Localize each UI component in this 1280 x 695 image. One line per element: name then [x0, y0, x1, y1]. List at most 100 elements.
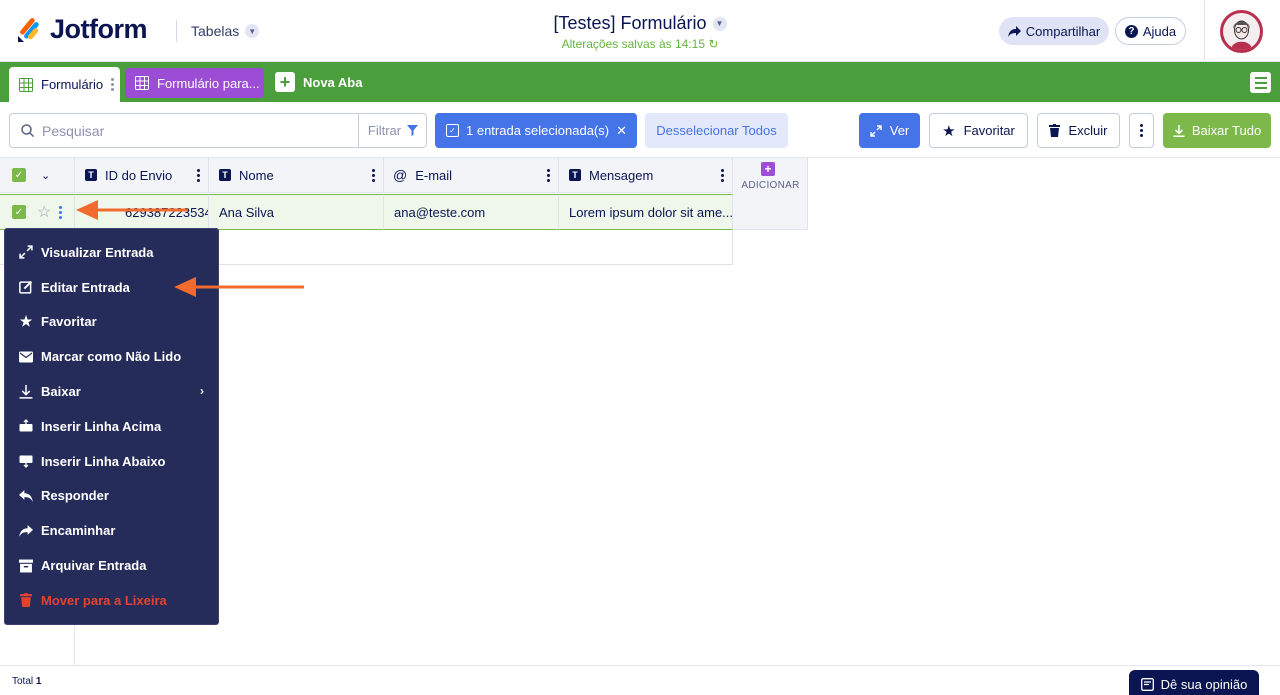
- column-header-id[interactable]: T ID do Envio: [75, 158, 209, 193]
- total-label: Total: [12, 676, 34, 687]
- star-icon: ★: [19, 313, 33, 330]
- cell-message[interactable]: Lorem ipsum dolor sit ame...: [559, 194, 733, 230]
- help-button[interactable]: ? Ajuda: [1115, 17, 1186, 45]
- select-all-header: ✓ ⌄: [0, 158, 75, 193]
- tab-label: Formulário: [41, 77, 104, 92]
- delete-label: Excluir: [1068, 123, 1108, 138]
- column-label: E-mail: [415, 167, 453, 183]
- menu-item-download[interactable]: Baixar ›: [5, 374, 218, 409]
- view-button[interactable]: Ver: [859, 113, 920, 148]
- tab-label: Formulário para...: [157, 75, 260, 91]
- insert-above-icon: [19, 419, 33, 432]
- tab-options-icon[interactable]: [111, 78, 115, 91]
- menu-item-reply[interactable]: Responder: [5, 479, 218, 514]
- selected-entries-badge: ✓ 1 entrada selecionada(s) ✕: [435, 113, 637, 148]
- expand-icon: [870, 124, 882, 137]
- hamburger-menu-icon[interactable]: [1250, 72, 1271, 93]
- add-column-button[interactable]: + ADICIONAR: [733, 158, 808, 230]
- more-options-icon[interactable]: [1129, 113, 1154, 148]
- expand-icon: [19, 245, 33, 260]
- annotation-arrow: [76, 200, 188, 220]
- form-title: [Testes] Formulário: [553, 13, 707, 33]
- column-header-nome[interactable]: T Nome: [209, 158, 384, 193]
- column-options-icon[interactable]: [372, 169, 375, 182]
- total-value: 1: [35, 676, 42, 687]
- download-all-button[interactable]: Baixar Tudo: [1163, 113, 1271, 148]
- cell-email[interactable]: ana@teste.com: [384, 194, 559, 230]
- filter-label: Filtrar: [367, 123, 402, 138]
- menu-item-label: Visualizar Entrada: [41, 244, 154, 260]
- menu-item-favorite[interactable]: ★ Favoritar: [5, 305, 218, 340]
- plus-icon: +: [761, 162, 775, 176]
- avatar-image: [1223, 13, 1260, 50]
- footer: Total 1: [0, 665, 1280, 695]
- download-icon: [1173, 124, 1185, 137]
- trash-icon: [1049, 124, 1061, 137]
- reply-icon: [19, 490, 33, 502]
- column-header-mensagem[interactable]: T Mensagem: [559, 158, 733, 193]
- insert-below-icon: [19, 455, 33, 469]
- share-button[interactable]: Compartilhar: [999, 17, 1109, 45]
- deselect-all-button[interactable]: Desselecionar Todos: [645, 113, 788, 148]
- add-column-label: ADICIONAR: [741, 180, 800, 191]
- menu-item-forward[interactable]: Encaminhar: [5, 513, 218, 548]
- user-avatar[interactable]: [1220, 10, 1263, 53]
- column-label: ID do Envio: [105, 167, 173, 183]
- menu-item-insert-row-above[interactable]: Inserir Linha Acima: [5, 409, 218, 444]
- menu-item-label: Inserir Linha Acima: [41, 418, 162, 434]
- form-title-dropdown[interactable]: [Testes] Formulário ▼: [553, 13, 727, 34]
- new-tab-button[interactable]: + Nova Aba: [275, 72, 362, 92]
- search-icon: [21, 124, 34, 137]
- grid-icon: [19, 77, 33, 92]
- menu-item-view-entry[interactable]: Visualizar Entrada: [5, 235, 218, 270]
- filter-button[interactable]: Filtrar: [358, 114, 427, 147]
- menu-item-insert-row-below[interactable]: Inserir Linha Abaixo: [5, 444, 218, 479]
- menu-item-label: Editar Entrada: [41, 279, 130, 295]
- column-label: Mensagem: [589, 167, 654, 183]
- help-label: Ajuda: [1142, 23, 1177, 39]
- favorite-button[interactable]: ★ Favoritar: [929, 113, 1028, 148]
- new-tab-label: Nova Aba: [303, 74, 363, 90]
- text-type-icon: T: [569, 169, 581, 181]
- tab-formulario-para[interactable]: Formulário para...: [125, 68, 264, 98]
- star-outline-icon[interactable]: ☆: [37, 202, 51, 222]
- menu-item-label: Arquivar Entrada: [41, 558, 147, 574]
- edit-icon: [19, 281, 33, 294]
- forward-icon: [19, 524, 33, 537]
- row-checkbox[interactable]: ✓: [12, 205, 26, 219]
- column-header-email[interactable]: @ E-mail: [384, 158, 559, 193]
- chevron-down-icon[interactable]: ⌄: [41, 169, 50, 182]
- download-icon: [19, 384, 33, 399]
- search-input[interactable]: Pesquisar: [42, 123, 104, 139]
- menu-item-archive[interactable]: Arquivar Entrada: [5, 548, 218, 583]
- total-count: Total 1: [12, 676, 41, 687]
- menu-item-mark-unread[interactable]: Marcar como Não Lido: [5, 339, 218, 374]
- refresh-icon: ↻: [708, 37, 719, 51]
- cell-name[interactable]: Ana Silva: [209, 194, 384, 230]
- question-icon: ?: [1124, 24, 1138, 38]
- download-all-label: Baixar Tudo: [1191, 123, 1262, 138]
- menu-item-label: Favoritar: [41, 314, 97, 330]
- selected-label: 1 entrada selecionada(s): [466, 123, 610, 138]
- checkbox-icon: ✓: [446, 124, 459, 137]
- column-options-icon[interactable]: [547, 169, 550, 182]
- column-options-icon[interactable]: [197, 169, 200, 182]
- menu-item-label: Inserir Linha Abaixo: [41, 453, 166, 469]
- cell-name-value: Ana Silva: [219, 204, 274, 220]
- filter-icon: [407, 125, 419, 136]
- row-options-icon[interactable]: [59, 205, 63, 219]
- feedback-label: Dê sua opinião: [1160, 676, 1248, 692]
- share-label: Compartilhar: [1025, 23, 1101, 39]
- column-options-icon[interactable]: [721, 169, 724, 182]
- annotation-arrow: [174, 277, 304, 297]
- trash-icon: [20, 593, 32, 608]
- close-icon[interactable]: ✕: [616, 123, 627, 139]
- star-icon: ★: [942, 122, 956, 140]
- text-type-icon: T: [85, 169, 97, 181]
- tab-formulario[interactable]: Formulário: [9, 67, 120, 102]
- feedback-button[interactable]: Dê sua opinião: [1129, 670, 1259, 695]
- delete-button[interactable]: Excluir: [1037, 113, 1120, 148]
- select-all-checkbox[interactable]: ✓: [12, 168, 26, 182]
- menu-item-move-to-trash[interactable]: Mover para a Lixeira: [5, 583, 218, 618]
- header-divider-right: [1204, 0, 1205, 62]
